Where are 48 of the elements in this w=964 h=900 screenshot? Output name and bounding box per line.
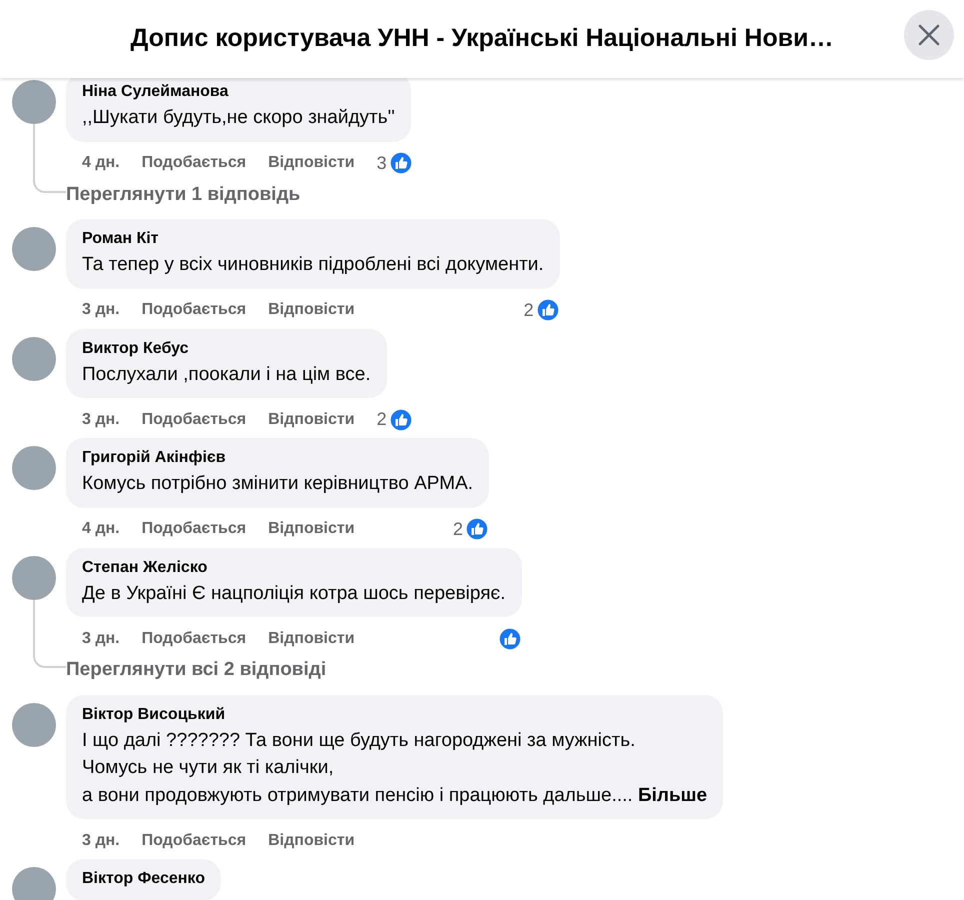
avatar-photo xyxy=(12,336,56,381)
author-link[interactable]: Виктор Кебус xyxy=(82,336,371,361)
comment-text: ,,Шукати будуть,не скоро знайдуть'' xyxy=(82,107,395,128)
avatar-photo xyxy=(12,446,56,490)
reaction-count: 2 xyxy=(376,408,387,432)
avatar-photo xyxy=(12,867,56,900)
author-link[interactable]: Віктор Висоцький xyxy=(82,702,708,727)
reply-link[interactable]: Відповісти xyxy=(268,151,355,176)
comment-text: Та тепер у всіх чиновників підроблені всі документи. xyxy=(82,254,544,276)
more-link[interactable]: Більше xyxy=(638,784,708,806)
timestamp-link[interactable]: 3 дн. xyxy=(82,828,120,853)
like-link[interactable]: Подобається xyxy=(142,151,246,176)
avatar-photo xyxy=(12,80,56,124)
comment-text: Комусь потрібно змінити керівництво АРМА. xyxy=(82,473,474,494)
reaction-count: 2 xyxy=(453,518,464,541)
reply-link[interactable]: Відповісти xyxy=(268,828,355,853)
author-link[interactable]: Григорій Акінфієв xyxy=(82,446,474,470)
reply-link[interactable]: Відповісти xyxy=(268,626,355,651)
close-icon xyxy=(918,24,940,46)
reaction-count: 3 xyxy=(376,152,387,175)
timestamp-link[interactable]: 3 дн. xyxy=(82,408,120,432)
close-button[interactable] xyxy=(904,10,954,60)
timestamp-link[interactable]: 3 дн. xyxy=(82,298,120,322)
view-replies-link[interactable]: Переглянути 1 відповідь xyxy=(66,178,300,210)
avatar-photo xyxy=(12,227,56,272)
comment-text: Де в Україні Є нацполіція котра шось перевіряє. xyxy=(82,582,506,604)
author-link[interactable]: Ніна Сулейманова xyxy=(82,80,395,104)
view-replies-link[interactable]: Переглянути всі 2 відповіді xyxy=(66,654,326,685)
comment-text: І що далі ??????? Та вони ще будуть нагороджені за мужність. Чомусь не чути як ті калічки, а вони продовжують отримувати пенсію і працюють дальше.... xyxy=(82,730,636,806)
like-link[interactable]: Подобається xyxy=(142,828,246,853)
avatar-photo xyxy=(12,702,56,747)
reply-link[interactable]: Відповісти xyxy=(268,408,355,432)
like-link[interactable]: Подобається xyxy=(142,517,246,542)
like-link[interactable]: Подобається xyxy=(142,408,246,432)
avatar-photo xyxy=(12,556,56,600)
reply-link[interactable]: Відповісти xyxy=(268,298,355,322)
timestamp-link[interactable]: 4 дн. xyxy=(82,151,120,176)
comment-text: Послухали ,поокали і на цім все. xyxy=(82,364,371,385)
post-title: Допис користувача УНН - Українські Національні Нови… xyxy=(130,23,834,54)
reaction-count: 2 xyxy=(524,298,534,322)
like-link[interactable]: Подобається xyxy=(142,298,246,322)
reply-link[interactable]: Відповісти xyxy=(268,517,355,542)
author-link[interactable]: Степан Желіско xyxy=(82,556,506,580)
timestamp-link[interactable]: 3 дн. xyxy=(82,626,120,651)
author-link[interactable]: Роман Кіт xyxy=(82,227,544,252)
like-link[interactable]: Подобається xyxy=(142,626,246,651)
timestamp-link[interactable]: 4 дн. xyxy=(82,517,120,542)
author-link[interactable]: Віктор Фесенко xyxy=(82,867,205,892)
